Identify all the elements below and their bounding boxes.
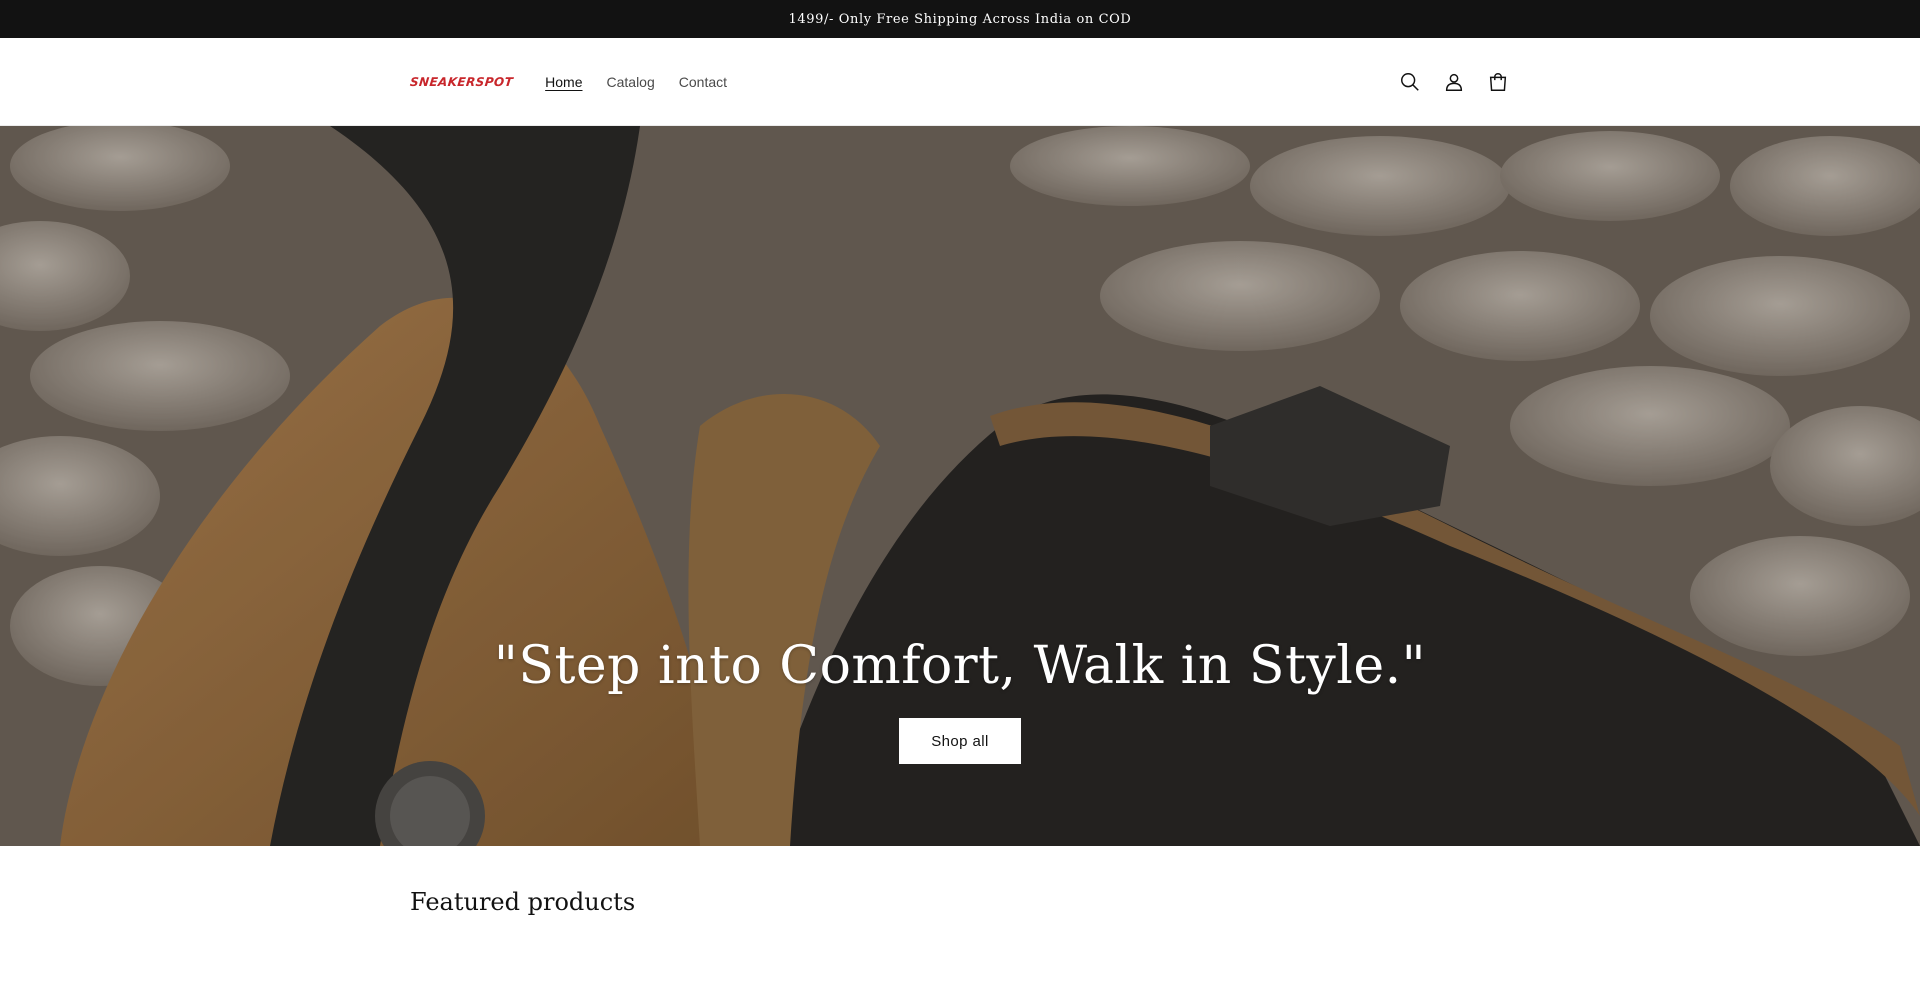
logo-text: SNEAKERSPOT	[409, 74, 514, 89]
shop-all-button[interactable]: Shop all	[899, 718, 1021, 764]
cart-button[interactable]	[1486, 70, 1510, 94]
header-inner: SNEAKERSPOT Home Catalog Contact	[409, 38, 1510, 125]
featured-products-section: Featured products	[0, 846, 1920, 916]
account-button[interactable]	[1442, 70, 1466, 94]
account-icon	[1445, 73, 1463, 91]
header-icons	[1398, 70, 1510, 94]
nav-item-home[interactable]: Home	[545, 74, 582, 90]
featured-products-title: Featured products	[410, 888, 636, 916]
nav-item-catalog[interactable]: Catalog	[607, 74, 655, 90]
hero-heading: "Step into Comfort, Walk in Style."	[493, 636, 1427, 696]
site-header: SNEAKERSPOT Home Catalog Contact	[0, 38, 1920, 126]
hero-content: "Step into Comfort, Walk in Style." Shop…	[0, 636, 1920, 764]
hero-banner: "Step into Comfort, Walk in Style." Shop…	[0, 126, 1920, 846]
search-icon	[1401, 72, 1419, 91]
logo[interactable]: SNEAKERSPOT	[409, 62, 514, 102]
search-button[interactable]	[1398, 70, 1422, 94]
main-nav: Home Catalog Contact	[545, 74, 727, 90]
announcement-bar: 1499/- Only Free Shipping Across India o…	[0, 0, 1920, 38]
announcement-text: 1499/- Only Free Shipping Across India o…	[788, 11, 1132, 27]
cart-icon	[1489, 72, 1507, 91]
nav-item-contact[interactable]: Contact	[679, 74, 727, 90]
